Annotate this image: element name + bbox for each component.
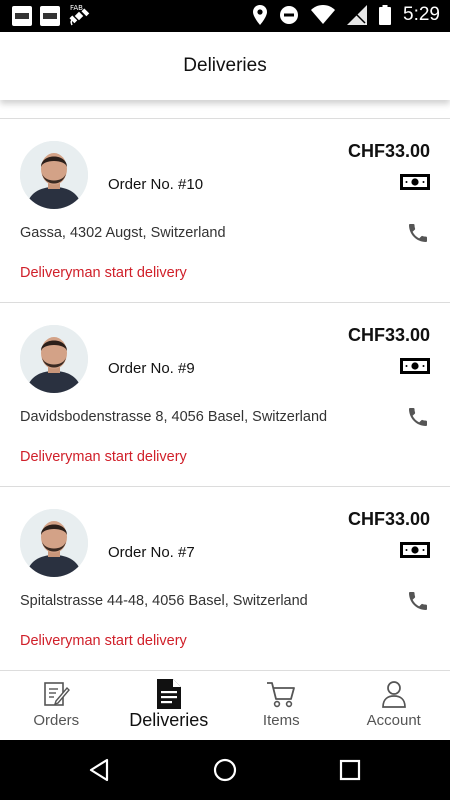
back-icon[interactable] <box>87 757 113 783</box>
satellite-icon: FAB <box>68 4 92 27</box>
nav-account[interactable]: Account <box>338 671 450 740</box>
fab-label: FAB <box>70 4 83 12</box>
order-price: CHF33.00 <box>347 141 430 161</box>
signal-icon <box>347 5 368 25</box>
nav-orders[interactable]: Orders <box>0 671 113 740</box>
avatar <box>20 141 88 209</box>
nav-deliveries[interactable]: Deliveries <box>113 671 226 740</box>
nav-label: Orders <box>33 712 80 729</box>
order-price: CHF33.00 <box>347 509 430 529</box>
user-icon <box>379 679 409 709</box>
clock: 5:29 <box>403 4 440 25</box>
orders-icon <box>41 679 71 709</box>
order-number: Order No. #10 <box>108 176 204 193</box>
delivery-status: Deliveryman start delivery <box>20 633 187 649</box>
do-not-disturb-icon <box>280 6 299 24</box>
cart-icon <box>266 679 296 709</box>
delivery-address: Gassa, 4302 Augst, Switzerland <box>20 225 226 241</box>
order-price: CHF33.00 <box>347 325 430 345</box>
page-title: Deliveries <box>183 55 267 76</box>
document-icon <box>154 679 184 709</box>
nav-items[interactable]: Items <box>225 671 338 740</box>
cash-icon <box>400 358 430 374</box>
recents-icon[interactable] <box>337 757 363 783</box>
cash-icon <box>400 174 430 190</box>
avatar <box>20 509 88 577</box>
nav-label: Items <box>262 712 300 729</box>
status-bar: FAB 5:29 <box>0 0 450 32</box>
wifi-icon <box>311 5 336 24</box>
delivery-card[interactable]: Order No. #9 CHF33.00 Davidsbodenstrasse… <box>0 303 450 487</box>
delivery-status: Deliveryman start delivery <box>20 449 187 465</box>
nav-label: Account <box>366 712 421 729</box>
order-number: Order No. #9 <box>108 360 195 377</box>
phone-icon[interactable] <box>406 405 430 429</box>
phone-icon[interactable] <box>406 589 430 613</box>
order-number: Order No. #7 <box>108 544 195 561</box>
location-icon <box>253 5 268 25</box>
delivery-address: Davidsbodenstrasse 8, 4056 Basel, Switze… <box>20 409 328 425</box>
delivery-card[interactable]: Order No. #10 CHF33.00 Gassa, 4302 Augst… <box>0 119 450 303</box>
delivery-status: Deliveryman start delivery <box>20 265 187 281</box>
delivery-card[interactable]: Order No. #7 CHF33.00 Spitalstrasse 44-4… <box>0 487 450 670</box>
battery-icon <box>379 5 392 25</box>
avatar <box>20 325 88 393</box>
phone-icon[interactable] <box>406 221 430 245</box>
bottom-nav: Orders Deliveries Items Account <box>0 670 450 740</box>
cash-icon <box>400 542 430 558</box>
nav-label: Deliveries <box>129 710 209 730</box>
app-notification-icon <box>40 6 60 26</box>
delivery-address: Spitalstrasse 44-48, 4056 Basel, Switzer… <box>20 593 308 609</box>
app-header: Deliveries <box>0 32 450 100</box>
app-notification-icon <box>12 6 32 26</box>
system-nav-bar <box>0 740 450 800</box>
delivery-list[interactable]: Order No. #10 CHF33.00 Gassa, 4302 Augst… <box>0 118 450 670</box>
home-icon[interactable] <box>212 757 238 783</box>
